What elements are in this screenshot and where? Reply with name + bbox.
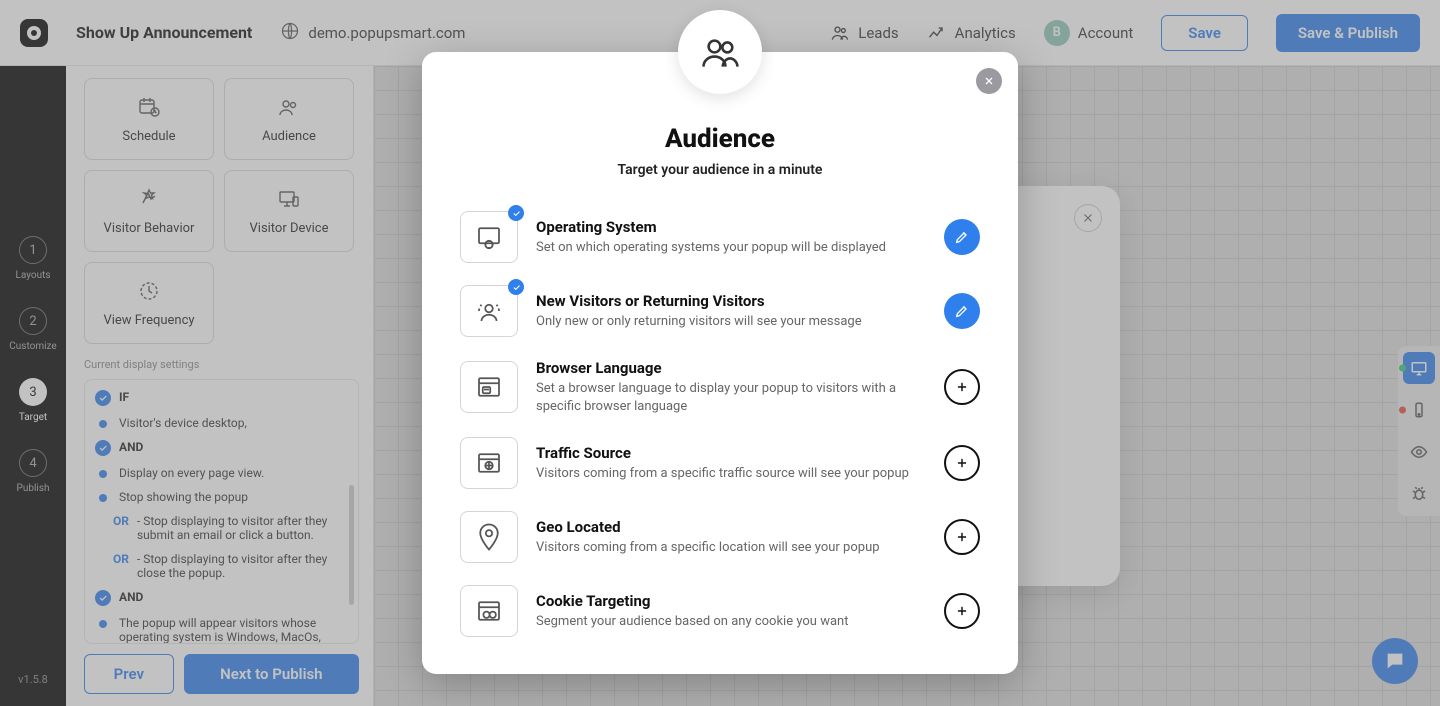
option-desc: Visitors coming from a specific location… xyxy=(536,539,926,557)
option-desc: Only new or only returning visitors will… xyxy=(536,313,926,331)
modal-subtitle: Target your audience in a minute xyxy=(460,162,980,178)
add-option-button[interactable] xyxy=(944,519,980,555)
modal-close-button[interactable] xyxy=(976,68,1002,94)
option-icon xyxy=(460,285,518,337)
audience-option: New Visitors or Returning Visitors Only n… xyxy=(460,274,980,348)
edit-option-button[interactable] xyxy=(944,293,980,329)
option-title: Geo Located xyxy=(536,518,926,536)
option-title: Traffic Source xyxy=(536,444,926,462)
option-title: Browser Language xyxy=(536,359,926,377)
add-option-button[interactable] xyxy=(944,593,980,629)
add-option-button[interactable] xyxy=(944,445,980,481)
check-badge-icon xyxy=(508,205,524,221)
option-title: Operating System xyxy=(536,218,926,236)
option-desc: Visitors coming from a specific traffic … xyxy=(536,465,926,483)
audience-option: Browser Language Set a browser language t… xyxy=(460,348,980,426)
option-icon xyxy=(460,585,518,637)
modal-title: Audience xyxy=(460,124,980,154)
check-badge-icon xyxy=(508,279,524,295)
option-icon xyxy=(460,437,518,489)
option-icon xyxy=(460,511,518,563)
option-icon xyxy=(460,361,518,413)
audience-modal: Audience Target your audience in a minut… xyxy=(422,52,1018,674)
option-desc: Set a browser language to display your p… xyxy=(536,380,926,415)
option-title: New Visitors or Returning Visitors xyxy=(536,292,926,310)
option-desc: Segment your audience based on any cooki… xyxy=(536,613,926,631)
add-option-button[interactable] xyxy=(944,369,980,405)
audience-option: Geo Located Visitors coming from a specif… xyxy=(460,500,980,574)
audience-option: Cookie Targeting Segment your audience ba… xyxy=(460,574,980,648)
audience-option: Traffic Source Visitors coming from a spe… xyxy=(460,426,980,500)
audience-option: Operating System Set on which operating s… xyxy=(460,200,980,274)
option-desc: Set on which operating systems your popu… xyxy=(536,239,926,257)
edit-option-button[interactable] xyxy=(944,219,980,255)
option-title: Cookie Targeting xyxy=(536,592,926,610)
audience-hero-icon xyxy=(678,10,762,94)
option-icon xyxy=(460,211,518,263)
